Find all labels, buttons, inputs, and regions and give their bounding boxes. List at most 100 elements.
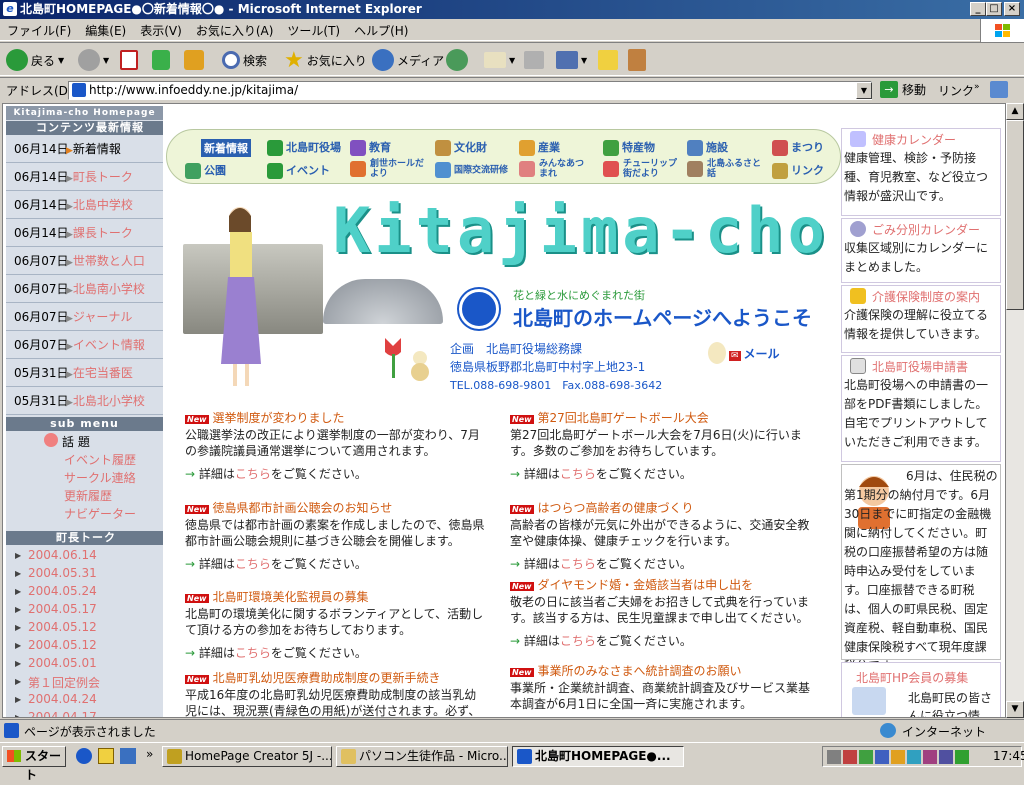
menu-edit[interactable]: 編集(E): [78, 19, 133, 42]
more-link[interactable]: こちら: [560, 634, 596, 648]
back-button[interactable]: 戻る ▼: [6, 47, 64, 73]
toolbar-extension-icon[interactable]: [990, 81, 1008, 98]
scroll-down-button[interactable]: ▼: [1006, 701, 1024, 718]
tray-icon-8[interactable]: [939, 750, 953, 764]
tray-icon-5[interactable]: [891, 750, 905, 764]
talk-item[interactable]: 2004.05.24: [15, 584, 97, 598]
talk-item[interactable]: 2004.06.14: [15, 548, 97, 562]
refresh-button[interactable]: [152, 47, 170, 73]
talk-item[interactable]: 2004.05.12: [15, 638, 97, 652]
cat-park[interactable]: 公園: [185, 162, 226, 179]
menu-view[interactable]: 表示(V): [133, 19, 189, 42]
cat-sosei-hall[interactable]: 創世ホールだより: [350, 159, 430, 179]
quick-launch-outlook-icon[interactable]: [98, 748, 114, 764]
talk-item[interactable]: 2004.05.01: [15, 656, 97, 670]
cat-education[interactable]: 教育: [350, 139, 391, 156]
task-student-works[interactable]: パソコン生徒作品 - Micro...: [336, 746, 508, 767]
news-row[interactable]: 06月07日▶ジャーナル: [6, 304, 163, 331]
submenu-circle[interactable]: サークル連絡: [64, 469, 136, 486]
submenu-event-history[interactable]: イベント履歴: [64, 451, 136, 468]
member-link[interactable]: 北島町HP会員の募集: [842, 663, 1000, 686]
messenger-button[interactable]: [628, 47, 646, 73]
news-row[interactable]: 06月14日▶北島中学校: [6, 192, 163, 219]
more-link[interactable]: こちら: [235, 467, 271, 481]
address-input[interactable]: http://www.infoeddy.ne.jp/kitajima/: [68, 81, 872, 100]
scroll-up-button[interactable]: ▲: [1006, 103, 1024, 120]
news-row[interactable]: 06月14日▶町長トーク: [6, 164, 163, 191]
news-title[interactable]: 新着情報: [73, 142, 121, 156]
news-title[interactable]: 北島北小学校: [73, 394, 145, 408]
cat-facilities[interactable]: 施設: [687, 139, 728, 156]
search-button[interactable]: 検索: [222, 47, 267, 73]
scroll-thumb[interactable]: [1006, 120, 1024, 310]
article-title[interactable]: New 徳島県都市計画公聴会のお知らせ: [185, 499, 392, 516]
care-insurance-link[interactable]: 介護保険制度の案内: [842, 286, 1000, 306]
cat-links[interactable]: リンク: [772, 162, 824, 179]
talk-item[interactable]: 2004.04.17: [15, 710, 97, 717]
media-button[interactable]: メディア: [372, 47, 444, 73]
article-title[interactable]: New 北島町環境美化監視員の募集: [185, 588, 369, 605]
start-button[interactable]: スタート: [2, 746, 66, 782]
tray-icon-4[interactable]: [875, 750, 889, 764]
task-kitajima-homepage[interactable]: 北島町HOMEPAGE●...: [512, 746, 684, 767]
quick-launch-ie-icon[interactable]: [76, 748, 92, 764]
tray-icon-1[interactable]: [827, 750, 841, 764]
news-title[interactable]: ジャーナル: [73, 310, 132, 324]
tray-icon-6[interactable]: [907, 750, 921, 764]
address-dropdown-icon[interactable]: ▼: [856, 82, 872, 99]
history-button[interactable]: [446, 47, 468, 73]
home-button[interactable]: [184, 47, 204, 73]
news-row[interactable]: 06月07日▶北島南小学校: [6, 276, 163, 303]
tray-icon-9[interactable]: [955, 750, 969, 764]
talk-item[interactable]: 第１回定例会: [15, 674, 100, 691]
article-title[interactable]: New 選挙制度が変わりました: [185, 409, 345, 426]
clock[interactable]: 17:45: [993, 749, 1024, 763]
task-homepage-creator[interactable]: HomePage Creator 5J -...: [162, 746, 332, 767]
news-row[interactable]: 05月31日▶北島北小学校: [6, 388, 163, 415]
talk-item[interactable]: 2004.05.17: [15, 602, 97, 616]
mail-button[interactable]: ▼: [484, 47, 515, 73]
news-title[interactable]: イベント情報: [73, 338, 145, 352]
minimize-button[interactable]: _: [970, 2, 986, 16]
cat-kids[interactable]: みんなあつまれ: [519, 159, 589, 179]
menu-favorites[interactable]: お気に入り(A): [189, 19, 281, 42]
news-row[interactable]: 05月31日▶在宅当番医: [6, 360, 163, 387]
stop-button[interactable]: [120, 47, 138, 73]
tray-icon-3[interactable]: [859, 750, 873, 764]
article-title[interactable]: New はつらつ高齢者の健康づくり: [510, 499, 694, 516]
links-chevron-icon[interactable]: »: [974, 82, 980, 92]
article-title[interactable]: New ダイヤモンド婚・金婚該当者は申し出を: [510, 576, 753, 593]
news-title[interactable]: 世帯数と人口: [73, 254, 145, 268]
banner-mail-link[interactable]: ✉ メール: [729, 345, 780, 362]
close-button[interactable]: ×: [1004, 2, 1020, 16]
article-title[interactable]: New 第27回北島町ゲートボール大会: [510, 409, 709, 426]
news-title[interactable]: 課長トーク: [73, 226, 133, 240]
talk-item[interactable]: 2004.05.12: [15, 620, 97, 634]
cat-specialty[interactable]: 特産物: [603, 139, 655, 156]
news-title[interactable]: 北島中学校: [73, 198, 133, 212]
window-titlebar[interactable]: e 北島町HOMEPAGE●〇新着情報〇● - Microsoft Intern…: [0, 0, 1024, 19]
links-button[interactable]: リンク: [938, 82, 974, 99]
maximize-button[interactable]: □: [986, 2, 1002, 16]
print-button[interactable]: [524, 47, 544, 73]
tray-icon-2[interactable]: [843, 750, 857, 764]
cat-international[interactable]: 国際交流研修: [435, 162, 508, 178]
quick-launch-desktop-icon[interactable]: [120, 748, 136, 764]
discuss-button[interactable]: [598, 47, 618, 73]
menu-file[interactable]: ファイル(F): [0, 19, 78, 42]
article-title[interactable]: New 北島町乳幼児医療費助成制度の更新手続き: [185, 669, 441, 686]
cat-culture[interactable]: 文化財: [435, 139, 487, 156]
news-title[interactable]: 在宅当番医: [73, 366, 133, 380]
more-link[interactable]: こちら: [235, 557, 271, 571]
go-button[interactable]: → 移動: [880, 81, 926, 98]
news-title[interactable]: 北島南小学校: [73, 282, 145, 296]
edit-button[interactable]: ▼: [556, 47, 587, 73]
tray-icon-7[interactable]: [923, 750, 937, 764]
menu-help[interactable]: ヘルプ(H): [347, 19, 415, 42]
cat-event[interactable]: イベント: [267, 162, 330, 179]
news-row[interactable]: 06月07日▶イベント情報: [6, 332, 163, 359]
favorites-button[interactable]: ★ お気に入り: [284, 47, 367, 73]
cat-new[interactable]: 新着情報: [201, 139, 251, 157]
news-row[interactable]: 06月07日▶世帯数と人口: [6, 248, 163, 275]
talk-item[interactable]: 2004.04.24: [15, 692, 97, 706]
